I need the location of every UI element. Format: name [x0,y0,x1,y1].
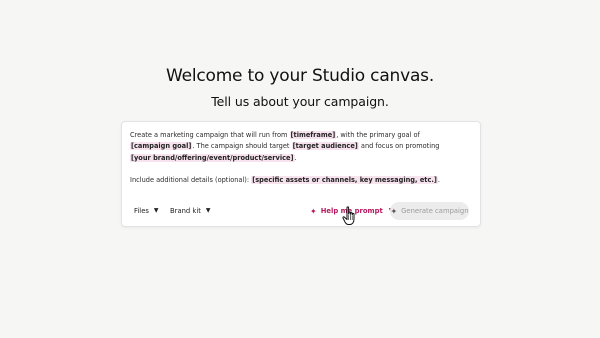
brand-kit-label: Brand kit [170,207,201,215]
prompt-toolbar: Files ▼ Brand kit ▼ ✦ Help me prompt ▼ ✦… [122,202,480,220]
files-label: Files [134,207,149,215]
prompt-text: Create a marketing campaign that will ru… [130,131,290,139]
sparkle-icon: ✦ [310,206,317,216]
prompt-paragraph-2[interactable]: Include additional details (optional): [… [130,175,462,186]
placeholder-details[interactable]: [specific assets or channels, key messag… [251,176,438,185]
placeholder-brand-offering[interactable]: [your brand/offering/event/product/servi… [130,153,295,162]
hand-pointer-cursor-icon [342,206,355,225]
files-dropdown[interactable]: Files ▼ [134,205,159,217]
prompt-editor[interactable]: Create a marketing campaign that will ru… [130,130,462,187]
placeholder-target-audience[interactable]: [target audience] [291,142,359,151]
placeholder-timeframe[interactable]: [timeframe] [289,131,337,139]
prompt-card: Create a marketing campaign that will ru… [121,121,481,227]
page-subtitle: Tell us about your campaign. [211,94,389,109]
prompt-text: . [437,176,440,185]
prompt-text: and focus on promoting [358,142,440,151]
sparkle-icon: ✦ [390,206,398,216]
prompt-text: Include additional details (optional): [130,176,252,185]
prompt-text: . [294,153,297,162]
brand-kit-dropdown[interactable]: Brand kit ▼ [170,205,211,217]
placeholder-campaign-goal[interactable]: [campaign goal] [130,142,193,151]
caret-down-icon: ▼ [205,207,211,214]
caret-down-icon: ▼ [153,207,159,214]
generate-campaign-label: Generate campaign [401,207,469,215]
page-title: Welcome to your Studio canvas. [165,66,435,86]
prompt-text: . The campaign should target [192,142,292,151]
prompt-paragraph-1[interactable]: Create a marketing campaign that will ru… [130,130,462,164]
generate-campaign-button[interactable]: ✦ Generate campaign [390,202,469,220]
prompt-text: , with the primary goal of [336,131,420,139]
